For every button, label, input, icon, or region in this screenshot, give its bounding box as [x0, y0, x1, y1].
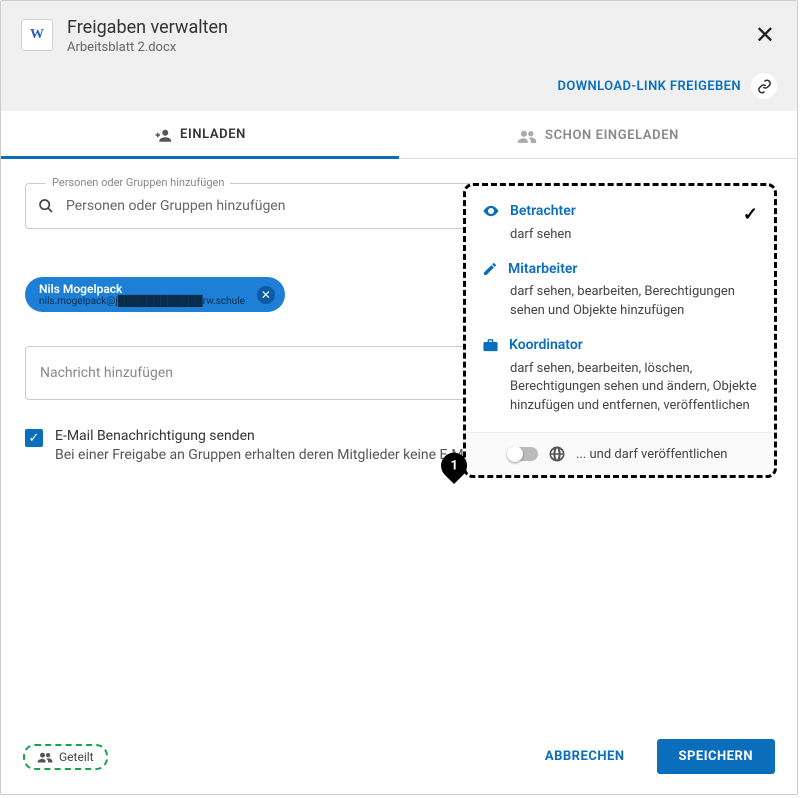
role-option-coordinator[interactable]: Koordinator darf sehen, bearbeiten, lösc…: [482, 337, 758, 417]
publish-label: ... und darf veröffentlichen: [576, 447, 727, 462]
pencil-icon: [482, 261, 498, 277]
role-viewer-title: Betrachter: [510, 203, 576, 219]
tab-invite-label: EINLADEN: [180, 127, 246, 142]
message-placeholder: Nachricht hinzufügen: [40, 365, 173, 381]
role-option-editor[interactable]: Mitarbeiter darf sehen, bearbeiten, Bere…: [482, 261, 758, 321]
role-viewer-desc: darf sehen: [510, 226, 758, 245]
tab-invited-label: SCHON EINGELADEN: [545, 128, 679, 143]
role-editor-desc: darf sehen, bearbeiten, Berechtigungen s…: [510, 283, 758, 321]
briefcase-icon: [482, 337, 499, 354]
save-button[interactable]: SPEICHERN: [657, 739, 776, 774]
chip-remove-icon[interactable]: ✕: [257, 286, 275, 304]
dialog-header: W Freigaben verwalten Arbeitsblatt 2.doc…: [1, 1, 797, 67]
share-dialog: W Freigaben verwalten Arbeitsblatt 2.doc…: [0, 0, 798, 795]
link-icon: [751, 73, 777, 99]
download-link-button[interactable]: DOWNLOAD-LINK FREIGEBEN: [558, 73, 778, 99]
chip-text: Nils Mogelpack nils.mogelpack@j█████████…: [39, 282, 245, 307]
check-icon: ✓: [743, 204, 758, 225]
role-coord-desc: darf sehen, bearbeiten, löschen, Berecht…: [510, 360, 758, 417]
download-link-row: DOWNLOAD-LINK FREIGEBEN: [1, 67, 797, 111]
email-notify-hint: Bei einer Freigabe an Gruppen erhalten d…: [55, 447, 464, 463]
role-editor-title: Mitarbeiter: [508, 261, 577, 277]
person-add-icon: [154, 128, 172, 142]
people-icon: [37, 751, 53, 763]
search-icon: [38, 198, 54, 214]
tab-invited[interactable]: SCHON EINGELADEN: [399, 111, 797, 158]
docx-file-icon: W: [21, 19, 53, 51]
email-notify-checkbox[interactable]: ✓: [25, 429, 43, 447]
globe-icon: [548, 445, 566, 463]
tabs: EINLADEN SCHON EINGELADEN: [1, 111, 797, 159]
dialog-footer: Geteilt ABBRECHEN SPEICHERN: [1, 721, 797, 794]
shared-status-chip[interactable]: Geteilt: [23, 744, 108, 770]
download-link-label: DOWNLOAD-LINK FREIGEBEN: [558, 79, 742, 94]
role-coord-title: Koordinator: [509, 337, 583, 353]
dialog-title: Freigaben verwalten: [67, 17, 228, 38]
chip-name: Nils Mogelpack: [39, 282, 245, 296]
file-name: Arbeitsblatt 2.docx: [67, 40, 228, 55]
footer-actions: ABBRECHEN SPEICHERN: [523, 739, 775, 774]
shared-label: Geteilt: [59, 750, 94, 764]
user-chip[interactable]: Nils Mogelpack nils.mogelpack@j█████████…: [25, 277, 285, 312]
eye-icon: [482, 202, 500, 220]
tab-invite[interactable]: EINLADEN: [1, 111, 399, 159]
cancel-button[interactable]: ABBRECHEN: [523, 739, 647, 774]
search-floating-label: Personen oder Gruppen hinzufügen: [46, 176, 230, 189]
title-block: Freigaben verwalten Arbeitsblatt 2.docx: [67, 17, 228, 55]
publish-toggle[interactable]: [508, 447, 538, 461]
close-icon[interactable]: ✕: [755, 23, 775, 47]
people-icon: [517, 129, 537, 143]
search-placeholder: Personen oder Gruppen hinzufügen: [66, 198, 285, 214]
email-notify-label: E-Mail Benachrichtigung senden: [55, 428, 464, 444]
role-option-viewer[interactable]: Betrachter ✓ darf sehen: [482, 202, 758, 245]
dialog-body: Personen oder Gruppen hinzufügen Persone…: [1, 159, 797, 721]
roles-popover: Betrachter ✓ darf sehen Mitarbeiter darf…: [463, 183, 777, 478]
publish-permission-row: ... und darf veröffentlichen: [466, 432, 774, 475]
chip-email: nils.mogelpack@j████████████rw.schule: [39, 296, 245, 307]
